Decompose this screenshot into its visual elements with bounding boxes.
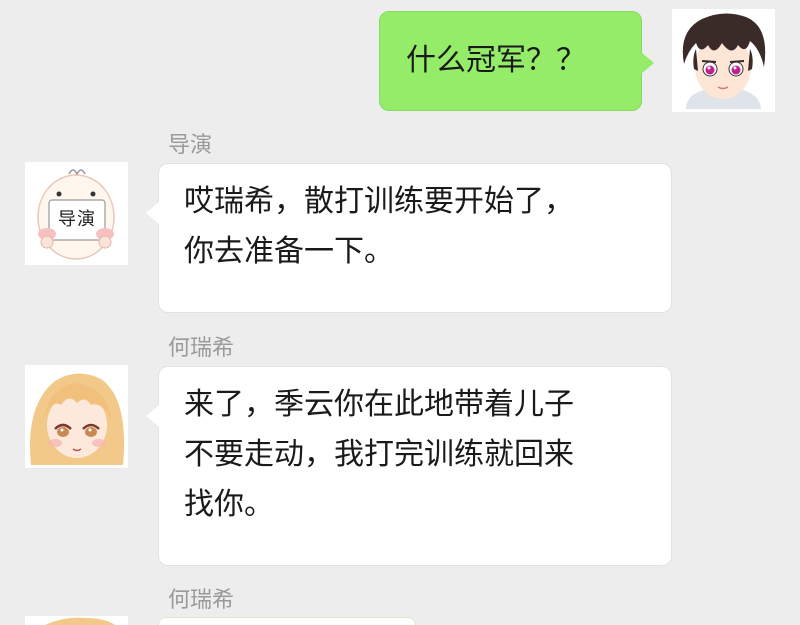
message-text-line: 哎瑞希，散打训练要开始了，: [184, 184, 574, 219]
dark-haired-boy-avatar-icon: [672, 9, 775, 112]
incoming-message-bubble[interactable]: 来了，季云你在此地带着儿子 不要走动，我打完训练就回来 找你。: [146, 366, 672, 566]
outgoing-message-bubble[interactable]: 什么冠军？？: [379, 11, 654, 111]
incoming-message-bubble[interactable]: 哎瑞希，散打训练要开始了， 你去准备一下。: [146, 163, 672, 313]
herui-avatar-partial[interactable]: [25, 616, 128, 625]
sender-name: 何瑞希: [168, 336, 235, 361]
incoming-message-bubble-partial[interactable]: [158, 617, 416, 625]
blonde-girl-avatar-icon: [25, 365, 128, 468]
chat-window: 什么冠军？？ 导演 导演 哎瑞希，散打训练要开始了， 你去准备一下。 何瑞希 来…: [0, 0, 800, 625]
message-text-line: 找你。: [184, 487, 274, 522]
director-avatar[interactable]: 导演: [25, 162, 128, 265]
sender-name: 何瑞希: [168, 588, 235, 613]
message-text-line: 你去准备一下。: [184, 234, 394, 269]
blonde-girl-avatar-icon: [25, 616, 128, 625]
message-text: 什么冠军？？: [406, 43, 586, 78]
message-text-line: 来了，季云你在此地带着儿子: [184, 387, 574, 422]
herui-avatar[interactable]: [25, 365, 128, 468]
self-avatar[interactable]: [672, 9, 775, 112]
message-text-line: 不要走动，我打完训练就回来: [184, 437, 574, 472]
sender-name: 导演: [168, 133, 213, 158]
avatar-sign-text: 导演: [58, 209, 96, 230]
